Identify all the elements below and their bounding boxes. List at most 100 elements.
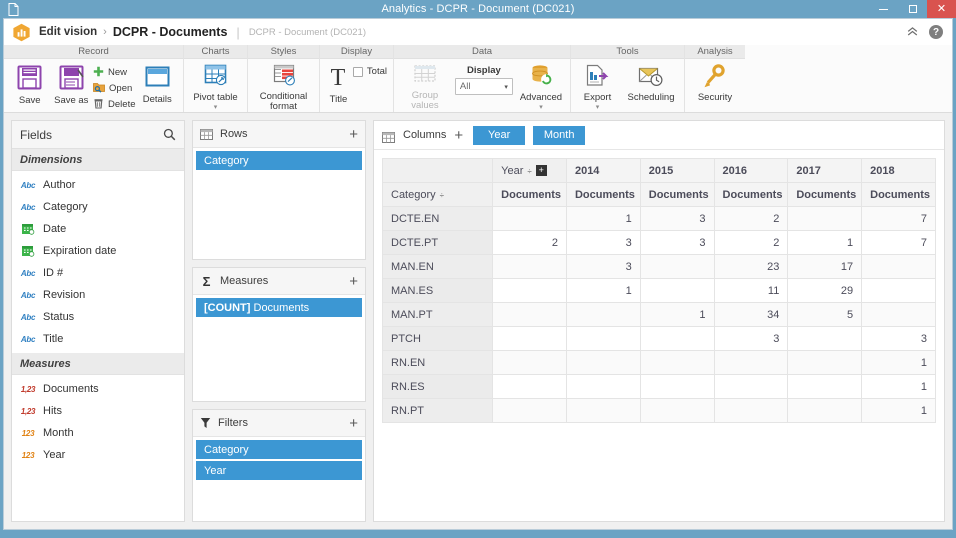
add-measure-button[interactable]: + <box>349 274 358 289</box>
column-pill-month[interactable]: Month <box>533 125 586 145</box>
title-button[interactable]: T Title <box>326 63 351 105</box>
measures-box: Σ Measures + [COUNT] Documents <box>192 267 366 402</box>
measure-item-documents[interactable]: 1,23 Documents <box>12 378 184 400</box>
table-row[interactable]: MAN.PT 1 34 5 <box>381 302 936 327</box>
help-icon[interactable]: ? <box>929 25 943 39</box>
field-item-date[interactable]: Date <box>12 218 184 240</box>
table-row[interactable]: MAN.EN 3 23 17 <box>381 254 936 279</box>
cell-value <box>713 398 789 423</box>
open-button[interactable]: Open <box>93 81 135 96</box>
minimize-button[interactable] <box>869 0 898 18</box>
year-header-2014[interactable]: 2015 <box>639 158 715 183</box>
conditional-format-button[interactable]: Conditional format <box>254 63 313 112</box>
filters-chip-year[interactable]: Year <box>196 461 362 480</box>
table-row[interactable]: RN.EN 1 <box>381 350 936 375</box>
column-pill-year[interactable]: Year <box>473 125 526 145</box>
table-row[interactable]: DCTE.PT 2 3 3 2 1 7 <box>381 230 936 255</box>
total-checkbox[interactable]: Total <box>352 63 387 77</box>
new-button[interactable]: New <box>93 65 135 80</box>
cell-value <box>787 326 863 351</box>
chevron-up-icon[interactable] <box>907 25 918 39</box>
add-filter-button[interactable]: + <box>349 416 358 431</box>
measure-item-month[interactable]: 123 Month <box>12 422 184 444</box>
display-dropdown-label: Display <box>467 65 501 76</box>
dimensions-section-header: Dimensions <box>12 149 184 171</box>
measure-item-year[interactable]: 123 Year <box>12 444 184 466</box>
save-button[interactable]: Save <box>10 63 50 106</box>
add-column-button[interactable]: + <box>454 127 463 144</box>
funnel-icon <box>200 417 211 429</box>
add-row-button[interactable]: + <box>349 127 358 142</box>
cell-value: 2 <box>713 230 789 255</box>
cell-value <box>861 254 936 279</box>
rows-box: Rows + Category <box>192 120 366 260</box>
sort-icon[interactable]: ÷ <box>440 191 444 200</box>
security-button[interactable]: Security <box>691 63 739 103</box>
expand-icon[interactable]: + <box>535 165 547 177</box>
chevron-down-icon[interactable]: ▾ <box>214 104 218 111</box>
breadcrumb-root[interactable]: Edit vision <box>39 26 97 38</box>
advanced-button[interactable]: Advanced ▾ <box>518 63 564 111</box>
field-item-expiration-date[interactable]: Expiration date <box>12 240 184 262</box>
display-dropdown-value: All <box>459 81 471 92</box>
breadcrumb-divider: | <box>236 24 240 40</box>
table-row[interactable]: RN.ES 1 <box>381 374 936 399</box>
close-button[interactable]: ✕ <box>927 0 956 18</box>
field-label: ID # <box>43 267 64 279</box>
abc-icon: Abc <box>20 180 36 190</box>
filters-chip-category[interactable]: Category <box>196 440 362 459</box>
field-item-revision[interactable]: Abc Revision <box>12 284 184 306</box>
table-row[interactable]: PTCH 3 3 <box>381 326 936 351</box>
number-integer-icon: 123 <box>21 428 35 438</box>
cell-value: 3 <box>565 254 641 279</box>
year-header-2016[interactable]: 2017 <box>787 158 863 183</box>
scheduling-button[interactable]: Scheduling <box>624 63 678 103</box>
work-area: Fields Dimensions Abc Author Abc Categor… <box>4 113 952 529</box>
row-label: MAN.ES <box>381 278 494 303</box>
search-icon[interactable] <box>163 128 176 141</box>
year-header-2015[interactable]: 2016 <box>713 158 789 183</box>
chart-hexagon-icon <box>12 23 31 42</box>
field-item-category[interactable]: Abc Category <box>12 196 184 218</box>
field-label: Revision <box>43 289 86 301</box>
field-label: Status <box>43 311 75 323</box>
measure-label: Month <box>43 427 74 439</box>
field-item-id[interactable]: Abc ID # <box>12 262 184 284</box>
column-dimension-header[interactable]: Year ÷ + <box>492 158 567 183</box>
window-controls: ✕ <box>869 0 956 18</box>
sort-icon[interactable]: ÷ <box>527 167 531 176</box>
year-header-2017[interactable]: 2018 <box>861 158 936 183</box>
display-dropdown[interactable]: All ▾ <box>454 78 513 95</box>
chevron-down-icon[interactable]: ▾ <box>539 104 543 111</box>
table-row[interactable]: MAN.ES 1 11 29 <box>381 278 936 303</box>
export-button[interactable]: Export ▾ <box>577 63 618 111</box>
maximize-button[interactable] <box>898 0 927 18</box>
measures-chip-documents[interactable]: [COUNT] Documents <box>196 298 362 317</box>
measure-item-hits[interactable]: 1,23 Hits <box>12 400 184 422</box>
pivot-config-stack: Rows + Category Σ Measures + [COUNT] Doc… <box>192 120 366 522</box>
pivot-table-button[interactable]: Pivot table ▾ <box>190 63 241 111</box>
details-button[interactable]: Details <box>138 63 178 105</box>
group-values-button: Group values <box>400 63 450 111</box>
security-button-label: Security <box>697 91 733 103</box>
save-as-button[interactable]: Save as <box>52 63 92 106</box>
table-row[interactable]: RN.PT 1 <box>381 398 936 423</box>
field-label: Title <box>43 333 64 345</box>
cell-value <box>565 398 641 423</box>
field-item-author[interactable]: Abc Author <box>12 174 184 196</box>
cell-value <box>639 254 715 279</box>
field-item-status[interactable]: Abc Status <box>12 306 184 328</box>
row-dimension-header[interactable]: Category ÷ <box>381 182 494 207</box>
table-row[interactable]: DCTE.EN 1 3 2 7 <box>381 206 936 231</box>
cell-value: 17 <box>787 254 863 279</box>
cell-value <box>492 302 567 327</box>
delete-button[interactable]: Delete <box>93 97 136 112</box>
year-header-2013[interactable]: 2014 <box>565 158 641 183</box>
measure-header: Documents <box>639 182 715 207</box>
field-label: Date <box>43 223 67 235</box>
field-item-title[interactable]: Abc Title <box>12 328 184 350</box>
trash-icon <box>93 98 104 112</box>
rows-chip-category[interactable]: Category <box>196 151 362 170</box>
mail-clock-icon <box>637 64 664 91</box>
chevron-down-icon[interactable]: ▾ <box>596 104 600 111</box>
